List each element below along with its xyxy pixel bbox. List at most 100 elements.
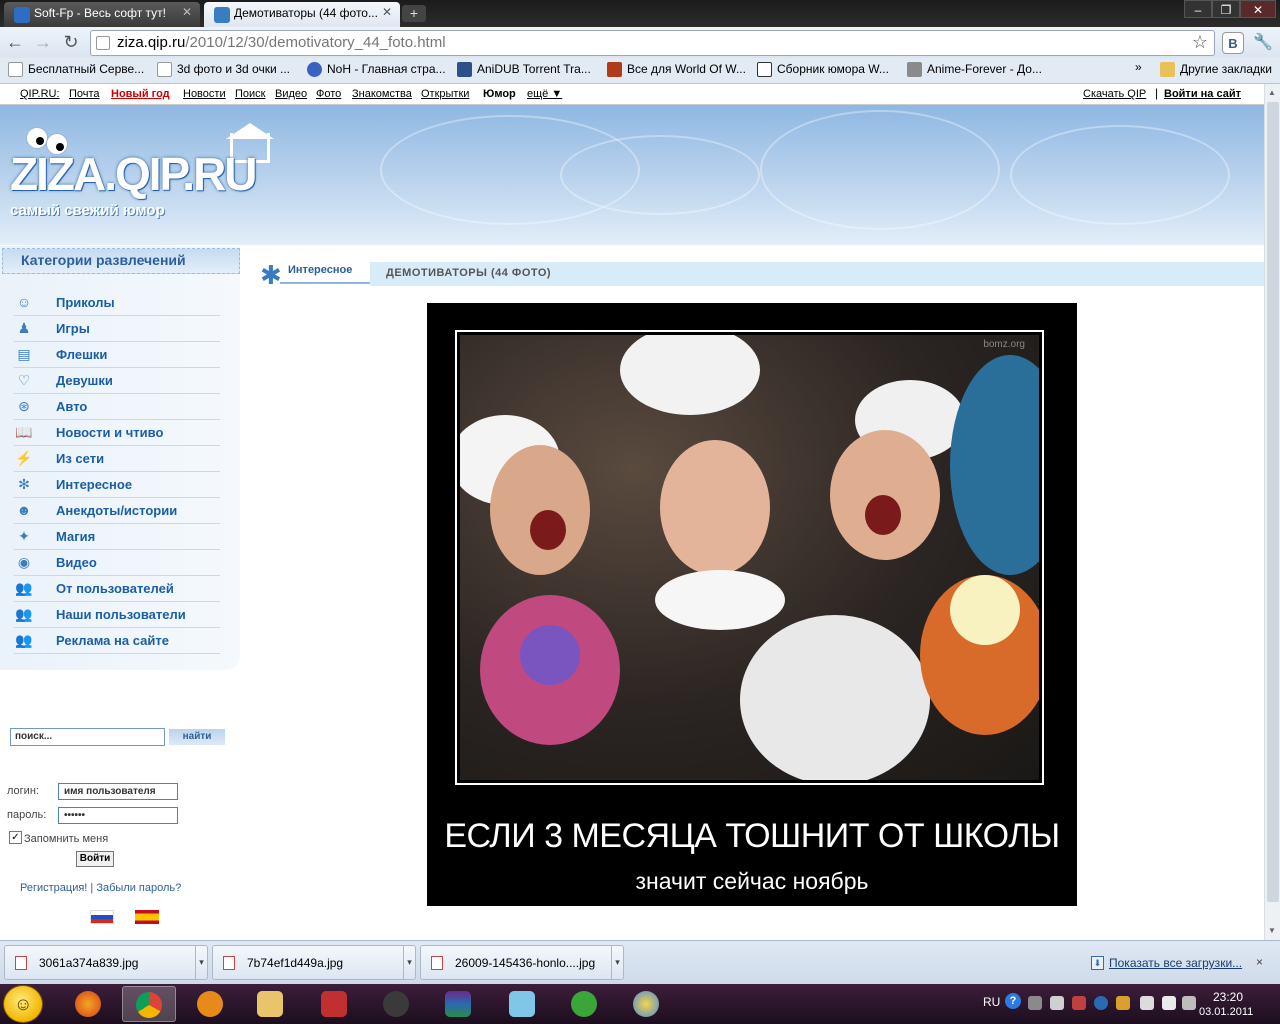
taskbar-qip[interactable] bbox=[184, 986, 238, 1022]
category-flash[interactable]: ▤ Флешки bbox=[14, 342, 220, 368]
taskbar-notes[interactable] bbox=[496, 986, 550, 1022]
taskbar-steam[interactable] bbox=[370, 986, 424, 1022]
chevron-down-icon[interactable]: ▾ bbox=[195, 946, 207, 979]
wrench-menu-icon[interactable]: 🔧 bbox=[1252, 32, 1274, 54]
forgot-password-link[interactable]: Забыли пароль? bbox=[96, 882, 181, 894]
taskbar-paint[interactable] bbox=[620, 986, 674, 1022]
search-button[interactable]: найти bbox=[169, 729, 225, 745]
bookmark-star-icon[interactable]: ☆ bbox=[1192, 32, 1208, 53]
category-magic[interactable]: ✦ Магия bbox=[14, 524, 220, 550]
crumb-section-link[interactable]: Интересное bbox=[280, 262, 372, 284]
forward-arrow-icon[interactable]: → bbox=[32, 32, 54, 54]
demotivator-image[interactable]: bomz.org ЕСЛИ 3 МЕСЯЦА ТОШНИТ ОТ ШКОЛЫ з… bbox=[427, 303, 1077, 906]
close-window-button[interactable]: ✕ bbox=[1240, 0, 1276, 18]
login-field[interactable]: имя пользователя bbox=[58, 783, 178, 800]
scrollbar-thumb[interactable] bbox=[1267, 102, 1279, 902]
topnav-dating[interactable]: Знакомства bbox=[352, 88, 412, 100]
category-from-users[interactable]: 👥 От пользователей bbox=[14, 576, 220, 602]
tab-demotivatory[interactable]: Демотиваторы (44 фото... ✕ bbox=[204, 2, 400, 27]
taskbar-app[interactable] bbox=[308, 986, 362, 1022]
minimize-window-button[interactable]: – bbox=[1184, 0, 1212, 18]
topnav-photo[interactable]: Фото bbox=[316, 88, 341, 100]
other-bookmarks-folder[interactable]: Другие закладки bbox=[1160, 62, 1272, 77]
scroll-down-arrow-icon[interactable]: ▼ bbox=[1268, 926, 1276, 935]
bookmark-item[interactable]: Все для World Of W... bbox=[607, 62, 746, 77]
taskbar-chrome[interactable] bbox=[122, 986, 176, 1022]
category-advertising[interactable]: 👥 Реклама на сайте bbox=[14, 628, 220, 654]
category-auto[interactable]: ⊛ Авто bbox=[14, 394, 220, 420]
clock-date[interactable]: 03.01.2011 bbox=[1199, 1006, 1253, 1018]
tab-soft-fp[interactable]: Soft-Fp - Весь софт тут! ✕ bbox=[4, 2, 200, 27]
tray-app-icon[interactable] bbox=[1050, 996, 1064, 1010]
bookmark-item[interactable]: 3d фото и 3d очки ... bbox=[157, 62, 290, 77]
topnav-news[interactable]: Новости bbox=[183, 88, 226, 100]
category-girls[interactable]: ♡ Девушки bbox=[14, 368, 220, 394]
bookmark-item[interactable]: Бесплатный Серве... bbox=[8, 62, 144, 77]
tray-chevron-icon[interactable] bbox=[1028, 996, 1042, 1010]
reload-icon[interactable]: ↻ bbox=[60, 32, 82, 54]
topnav-new-year[interactable]: Новый год bbox=[111, 88, 170, 100]
clock-time[interactable]: 23:20 bbox=[1213, 990, 1243, 1004]
category-anecdotes[interactable]: ☻ Анекдоты/истории bbox=[14, 498, 220, 524]
close-tab-icon[interactable]: ✕ bbox=[182, 5, 192, 19]
category-jokes[interactable]: ☺ Приколы bbox=[14, 290, 220, 316]
category-from-net[interactable]: ⚡ Из сети bbox=[14, 446, 220, 472]
login-site-link[interactable]: Войти на сайт bbox=[1164, 88, 1241, 100]
help-icon[interactable]: ? bbox=[1005, 993, 1021, 1009]
site-logo[interactable]: ZIZA.QIP.RU bbox=[10, 147, 258, 201]
scroll-up-arrow-icon[interactable]: ▲ bbox=[1268, 88, 1276, 97]
language-indicator[interactable]: RU bbox=[983, 995, 1000, 1009]
bookmark-item[interactable]: AniDUB Torrent Tra... bbox=[457, 62, 591, 77]
spanish-flag-icon[interactable] bbox=[135, 910, 159, 924]
tray-battery-icon[interactable] bbox=[1182, 996, 1196, 1010]
topnav-mail[interactable]: Почта bbox=[69, 88, 100, 100]
chevron-down-icon[interactable]: ▾ bbox=[403, 946, 415, 979]
topnav-cards[interactable]: Открытки bbox=[421, 88, 469, 100]
tray-volume-icon[interactable] bbox=[1162, 996, 1176, 1010]
tray-monitor-icon[interactable] bbox=[1140, 996, 1154, 1010]
tray-network-icon[interactable] bbox=[1094, 996, 1108, 1010]
russian-flag-icon[interactable] bbox=[90, 910, 114, 924]
address-bar[interactable]: ziza.qip.ru/2010/12/30/demotivatory_44_f… bbox=[90, 30, 1215, 56]
download-qip-link[interactable]: Скачать QIP bbox=[1083, 88, 1146, 100]
back-arrow-icon[interactable]: ← bbox=[4, 32, 26, 54]
bookmarks-overflow-chevron-icon[interactable]: » bbox=[1135, 60, 1142, 74]
open-mouth bbox=[530, 510, 566, 550]
topnav-search[interactable]: Поиск bbox=[235, 88, 265, 100]
close-shelf-icon[interactable]: × bbox=[1256, 955, 1263, 969]
download-item[interactable]: 3061a374a839.jpg ▾ bbox=[4, 945, 208, 980]
tray-security-icon[interactable] bbox=[1116, 996, 1130, 1010]
topnav-qip[interactable]: QIP.RU: bbox=[20, 88, 60, 100]
remember-me-checkbox[interactable]: ✓ bbox=[9, 831, 22, 844]
page-scrollbar[interactable]: ▲ ▼ bbox=[1264, 84, 1280, 940]
category-our-users[interactable]: 👥 Наши пользователи bbox=[14, 602, 220, 628]
taskbar-firefox[interactable] bbox=[62, 986, 116, 1022]
download-item[interactable]: 7b74ef1d449a.jpg ▾ bbox=[212, 945, 416, 980]
search-input[interactable]: поиск... bbox=[10, 728, 165, 746]
topnav-humor[interactable]: Юмор bbox=[483, 88, 516, 100]
bookmark-item[interactable]: Сборник юмора W... bbox=[757, 62, 889, 77]
show-all-downloads-link[interactable]: ⬇ Показать все загрузки... bbox=[1091, 956, 1242, 970]
register-link[interactable]: Регистрация! bbox=[20, 882, 87, 894]
vk-extension-icon[interactable]: B bbox=[1222, 32, 1244, 54]
new-tab-button[interactable]: + bbox=[402, 5, 426, 22]
bookmark-item[interactable]: Anime-Forever - До... bbox=[907, 62, 1042, 77]
password-field[interactable]: •••••• bbox=[58, 807, 178, 824]
restore-window-button[interactable]: ❐ bbox=[1212, 0, 1240, 18]
bookmark-item[interactable]: NoH - Главная стра... bbox=[307, 62, 446, 77]
close-tab-icon[interactable]: ✕ bbox=[382, 5, 392, 19]
chevron-down-icon[interactable]: ▾ bbox=[611, 946, 623, 979]
start-button[interactable]: ☺ bbox=[3, 985, 43, 1023]
topnav-more[interactable]: ещё ▼ bbox=[527, 88, 562, 100]
category-interesting[interactable]: ✻ Интересное bbox=[14, 472, 220, 498]
taskbar-explorer[interactable] bbox=[244, 986, 298, 1022]
taskbar-utorrent[interactable] bbox=[558, 986, 612, 1022]
taskbar-winrar[interactable] bbox=[432, 986, 486, 1022]
tray-flag-icon[interactable] bbox=[1072, 996, 1086, 1010]
category-news[interactable]: 📖 Новости и чтиво bbox=[14, 420, 220, 446]
download-item[interactable]: 26009-145436-honlo....jpg ▾ bbox=[420, 945, 624, 980]
category-video[interactable]: ◉ Видео bbox=[14, 550, 220, 576]
category-games[interactable]: ♟ Игры bbox=[14, 316, 220, 342]
login-button[interactable]: Войти bbox=[76, 851, 114, 867]
topnav-video[interactable]: Видео bbox=[275, 88, 307, 100]
